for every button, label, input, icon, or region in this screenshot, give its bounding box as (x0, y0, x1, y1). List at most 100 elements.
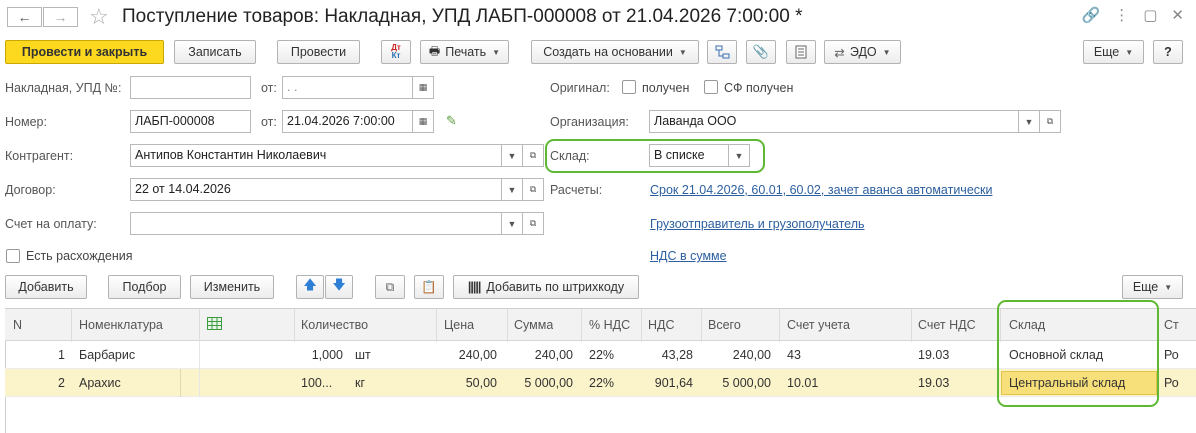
contract-dropdown-button[interactable]: ▼ (501, 178, 523, 201)
discrepancies-checkbox[interactable] (6, 249, 20, 263)
favorite-star-icon[interactable]: ☆ (89, 4, 109, 30)
copy-row-button[interactable]: ⧉ (375, 275, 405, 299)
invoice-date-label: от: (261, 81, 277, 95)
chevron-down-icon: ▼ (1164, 282, 1173, 292)
chevron-down-icon: ▼ (492, 47, 501, 57)
col-next[interactable]: Ст (1164, 318, 1179, 332)
numbering-edit-icon[interactable]: ✎ (446, 113, 457, 129)
warehouse-dropdown-button[interactable]: ▼ (728, 144, 750, 167)
structure-button[interactable] (707, 40, 737, 64)
attach-button[interactable]: 📎 (746, 40, 776, 64)
invoice-date-calendar-button[interactable]: ▦ (412, 76, 434, 99)
contract-input[interactable]: 22 от 14.04.2026 (130, 178, 502, 201)
vat-in-sum-link[interactable]: НДС в сумме (650, 249, 727, 263)
col-vat[interactable]: НДС (648, 318, 675, 332)
col-item[interactable]: Номенклатура (79, 318, 163, 332)
payment-account-dropdown-button[interactable]: ▼ (501, 212, 523, 235)
more-vertical-icon[interactable]: ⋮ (1114, 6, 1129, 24)
copy-icon: ⧉ (385, 279, 395, 294)
cell-unit: шт (355, 348, 371, 362)
col-vat-account[interactable]: Счет НДС (918, 318, 976, 332)
warehouse-column-highlight-frame (997, 300, 1159, 407)
structure-icon (715, 45, 729, 59)
counterparty-label: Контрагент: (5, 149, 74, 163)
cell-sum: 240,00 (534, 348, 573, 362)
counterparty-open-button[interactable]: ⧉ (522, 144, 544, 167)
back-button[interactable]: ← (7, 7, 42, 27)
selection-button[interactable]: Подбор (108, 275, 181, 299)
maximize-icon[interactable]: ▢ (1143, 6, 1157, 24)
dt-kt-icon: Дт Кт (391, 43, 401, 60)
payment-account-label: Счет на оплату: (5, 217, 97, 231)
organization-input[interactable]: Лаванда ООО (649, 110, 1019, 133)
chevron-down-icon: ▼ (507, 218, 517, 229)
arrow-down-icon: 🡇 (332, 277, 346, 292)
document-date-calendar-button[interactable]: ▦ (412, 110, 434, 133)
col-total[interactable]: Всего (708, 318, 741, 332)
chevron-down-icon: ▼ (882, 47, 891, 57)
cell-quantity: 100... (301, 376, 333, 390)
warehouse-input[interactable]: В списке (649, 144, 729, 167)
change-button[interactable]: Изменить (190, 275, 274, 299)
counterparty-input[interactable]: Антипов Константин Николаевич (130, 144, 502, 167)
document-date-input[interactable]: 21.04.2026 7:00:00 (282, 110, 413, 133)
move-up-button[interactable]: 🡅 (296, 275, 324, 299)
forward-button[interactable]: → (43, 7, 78, 27)
print-button[interactable]: 🖶 Печать ▼ (420, 40, 509, 64)
help-button[interactable]: ? (1153, 40, 1183, 64)
cell-vat: 43,28 (661, 348, 693, 362)
add-by-barcode-button[interactable]: ||||| Добавить по штрихкоду (453, 275, 639, 299)
save-button[interactable]: Записать (174, 40, 256, 64)
number-label: Номер: (5, 115, 47, 129)
chevron-down-icon: ▼ (734, 150, 744, 161)
col-price[interactable]: Цена (444, 318, 474, 332)
organization-open-button[interactable]: ⧉ (1039, 110, 1061, 133)
paste-icon: 📋 (421, 279, 437, 294)
invoice-date-input[interactable]: . . (282, 76, 413, 99)
edo-icon: ⇄ (834, 45, 845, 60)
shipper-consignee-link[interactable]: Грузоотправитель и грузополучатель (650, 217, 865, 231)
link-icon[interactable]: 🔗 (1082, 6, 1101, 24)
cell-account: 10.01 (787, 376, 819, 390)
contract-open-button[interactable]: ⧉ (522, 178, 544, 201)
col-n[interactable]: N (13, 318, 22, 332)
cell-total: 240,00 (732, 348, 771, 362)
organization-label: Организация: (550, 115, 629, 129)
barcode-icon: ||||| (467, 280, 481, 294)
printer-icon: 🖶 (428, 43, 441, 58)
post-button[interactable]: Провести (277, 40, 360, 64)
number-input[interactable]: ЛАБП-000008 (130, 110, 251, 133)
organization-dropdown-button[interactable]: ▼ (1018, 110, 1040, 133)
create-based-on-button[interactable]: Создать на основании ▼ (531, 40, 699, 64)
edo-button[interactable]: ⇄ ЭДО ▼ (824, 40, 901, 64)
col-account[interactable]: Счет учета (787, 318, 850, 332)
excel-icon[interactable] (207, 317, 222, 333)
contract-label: Договор: (5, 183, 56, 197)
add-row-button[interactable]: Добавить (5, 275, 87, 299)
col-vat-rate[interactable]: % НДС (589, 318, 630, 332)
payment-account-open-button[interactable]: ⧉ (522, 212, 544, 235)
dt-kt-button[interactable]: Дт Кт (381, 40, 411, 64)
cell-price: 240,00 (458, 348, 497, 362)
chevron-down-icon: ▼ (1024, 116, 1034, 127)
settlements-link[interactable]: Срок 21.04.2026, 60.01, 60.02, зачет ава… (650, 183, 992, 197)
arrow-left-icon: ← (17, 9, 32, 25)
cell-unit: кг (355, 376, 366, 390)
col-sum[interactable]: Сумма (514, 318, 553, 332)
calendar-icon: ▦ (418, 82, 428, 92)
original-received-checkbox[interactable] (622, 80, 636, 94)
table-more-button[interactable]: Еще ▼ (1122, 275, 1183, 299)
warehouse-label: Склад: (550, 149, 590, 163)
move-down-button[interactable]: 🡇 (325, 275, 353, 299)
invoice-number-input[interactable] (130, 76, 251, 99)
sf-received-checkbox[interactable] (704, 80, 718, 94)
paste-row-button[interactable]: 📋 (414, 275, 444, 299)
more-button[interactable]: Еще ▼ (1083, 40, 1144, 64)
counterparty-dropdown-button[interactable]: ▼ (501, 144, 523, 167)
close-icon[interactable]: ✕ (1171, 6, 1184, 24)
chevron-down-icon: ▼ (507, 150, 517, 161)
post-and-close-button[interactable]: Провести и закрыть (5, 40, 164, 64)
payment-account-input[interactable] (130, 212, 502, 235)
report-button[interactable] (786, 40, 816, 64)
col-quantity[interactable]: Количество (301, 318, 368, 332)
